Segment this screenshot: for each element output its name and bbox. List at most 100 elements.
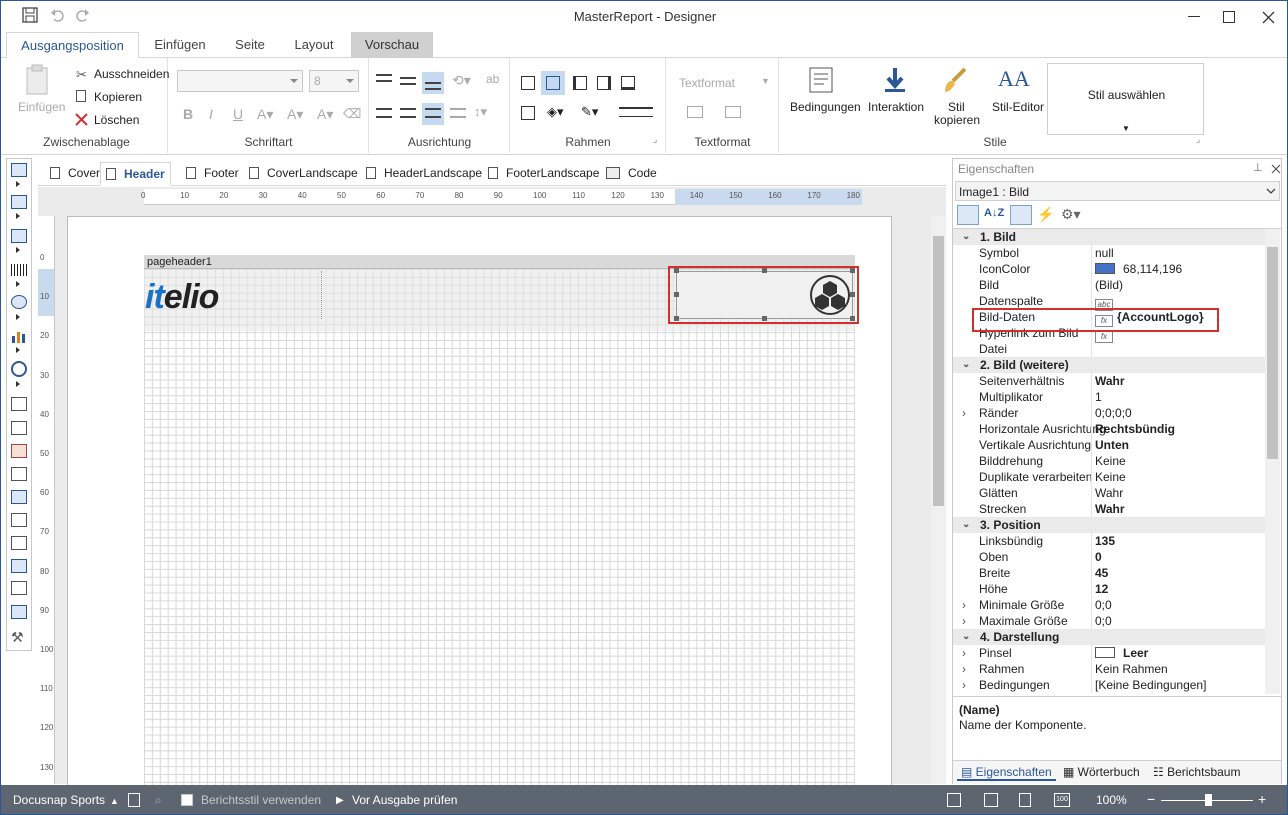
border-bottom-icon[interactable] <box>621 76 635 90</box>
zipcode-icon[interactable] <box>11 581 27 595</box>
textformat-combo[interactable]: Textformat <box>679 76 735 90</box>
scrollbar-thumb[interactable] <box>933 236 944 506</box>
property-value[interactable]: [Keine Bedingungen] <box>1095 677 1206 693</box>
border-color-icon[interactable]: ✎▾ <box>581 104 598 120</box>
property-value[interactable]: 45 <box>1095 565 1108 581</box>
zoom-slider-thumb[interactable] <box>1205 794 1212 806</box>
panel-icon[interactable] <box>11 467 27 481</box>
logo-text-component[interactable]: itelio <box>144 271 322 319</box>
property-row[interactable]: Strecken Wahr <box>953 501 1265 517</box>
align-left-icon[interactable] <box>376 108 392 118</box>
properties-view-button[interactable] <box>1010 205 1032 225</box>
border-all-icon[interactable] <box>521 76 535 90</box>
property-row[interactable]: Duplikate verarbeiten Keine <box>953 469 1265 485</box>
table-icon[interactable] <box>11 513 27 527</box>
doc-tab-coverlandscape[interactable]: CoverLandscape <box>245 162 362 186</box>
image-icon[interactable] <box>11 444 27 458</box>
band-icon[interactable] <box>11 163 27 177</box>
eraser-icon[interactable]: ⌫ <box>343 106 361 122</box>
collapse-icon[interactable]: ⌄ <box>962 517 970 533</box>
property-row[interactable]: Vertikale Ausrichtung Unten <box>953 437 1265 453</box>
style-editor-button[interactable]: Stil-Editor <box>992 100 1044 114</box>
property-value[interactable]: 1 <box>1095 389 1102 405</box>
align-top-icon[interactable] <box>376 74 392 82</box>
zoom-in-button[interactable]: + <box>1258 791 1266 807</box>
styles-expand-icon[interactable]: ⌟ <box>1196 134 1200 145</box>
property-row[interactable]: Breite 45 <box>953 565 1265 581</box>
tab-layout[interactable]: Layout <box>281 32 347 58</box>
property-row[interactable]: Oben 0 <box>953 549 1265 565</box>
paste-button[interactable]: Einfügen <box>18 100 65 114</box>
delete-button[interactable]: Löschen <box>94 113 139 127</box>
property-row[interactable]: Datenspalte abc <box>953 293 1265 311</box>
tab-eigenschaften[interactable]: ▤ Eigenschaften <box>957 765 1056 781</box>
report-check-icon[interactable] <box>128 793 140 807</box>
property-value[interactable]: Leer <box>1095 645 1148 661</box>
chart-icon[interactable] <box>11 329 27 343</box>
sort-alpha-icon[interactable]: A↓Z <box>984 207 1004 219</box>
doc-tab-footerlandscape[interactable]: FooterLandscape <box>484 162 603 186</box>
shape-expand-icon[interactable] <box>16 314 20 320</box>
textformat-dropdown-icon[interactable]: ▼ <box>761 76 770 86</box>
format-2-icon[interactable] <box>725 106 741 118</box>
checkbox-icon[interactable] <box>11 559 27 573</box>
font-color-button[interactable]: A▾ <box>257 106 273 123</box>
events-icon[interactable]: ⚡ <box>1037 206 1054 223</box>
doc-tab-headerlandscape[interactable]: HeaderLandscape <box>362 162 486 186</box>
fit-width-icon[interactable] <box>947 793 961 807</box>
tab-seite[interactable]: Seite <box>221 32 279 58</box>
property-value[interactable]: Wahr <box>1095 501 1125 517</box>
property-row[interactable]: Bilddrehung Keine <box>953 453 1265 469</box>
play-icon[interactable]: ▶ <box>336 795 344 806</box>
property-row[interactable]: Seitenverhältnis Wahr <box>953 373 1265 389</box>
object-selector[interactable]: Image1 : Bild <box>955 181 1280 201</box>
line-spacing-icon[interactable]: ↕▾ <box>474 104 487 120</box>
expand-icon[interactable]: › <box>962 677 966 693</box>
report-name[interactable]: Docusnap Sports <box>13 793 105 807</box>
scrollbar-thumb[interactable] <box>1267 247 1278 459</box>
highlight-button[interactable]: A▾ <box>287 106 303 123</box>
barcode-icon[interactable] <box>11 264 27 276</box>
property-row[interactable]: › Pinsel Leer <box>953 645 1265 661</box>
style-gallery-dropdown-icon[interactable]: ▼ <box>1122 124 1130 133</box>
align-middle-icon[interactable] <box>400 77 416 85</box>
tab-woerterbuch[interactable]: ▦ Wörterbuch <box>1063 765 1140 779</box>
expand-icon[interactable]: › <box>962 661 966 677</box>
border-outline-button[interactable] <box>541 71 565 95</box>
property-value[interactable]: 0;0 <box>1095 597 1112 613</box>
property-value[interactable]: 0;0;0;0 <box>1095 405 1132 421</box>
shape-icon[interactable] <box>11 295 27 309</box>
doc-tab-cover[interactable]: Cover <box>46 162 104 186</box>
property-value[interactable]: Rechtsbündig <box>1095 421 1175 437</box>
property-row[interactable]: › Rahmen Kein Rahmen <box>953 661 1265 677</box>
interaction-button[interactable]: Interaktion <box>868 100 924 114</box>
tab-berichtsbaum[interactable]: ☷ Berichtsbaum <box>1153 765 1240 779</box>
expand-icon[interactable]: › <box>962 597 966 613</box>
crossband-icon[interactable] <box>11 229 27 243</box>
property-row[interactable]: › Ränder 0;0;0;0 <box>953 405 1265 421</box>
property-value[interactable]: 0 <box>1095 549 1102 565</box>
close-button[interactable] <box>1262 11 1275 24</box>
align-bottom-button[interactable] <box>422 72 444 94</box>
copy-button[interactable]: Kopieren <box>94 90 142 104</box>
property-value[interactable]: Keine <box>1095 453 1126 469</box>
picture-icon[interactable] <box>11 605 27 619</box>
property-row[interactable]: Bild (Bild) <box>953 277 1265 293</box>
rotate-icon[interactable]: ⟲▾ <box>452 72 471 89</box>
property-row[interactable]: Glätten Wahr <box>953 485 1265 501</box>
property-row[interactable]: Linksbündig 135 <box>953 533 1265 549</box>
chart-expand-icon[interactable] <box>16 347 20 353</box>
fit-height-icon[interactable] <box>984 793 998 807</box>
property-row[interactable]: › Minimale Größe 0;0 <box>953 597 1265 613</box>
style-gallery[interactable]: Stil auswählen ▼ <box>1047 63 1204 135</box>
canvas-vertical-scrollbar[interactable] <box>931 216 946 784</box>
report-style-checkbox[interactable] <box>181 794 193 806</box>
fill-color-icon[interactable]: ◈▾ <box>547 104 564 120</box>
expand-icon[interactable]: › <box>962 645 966 661</box>
property-grid-scrollbar[interactable] <box>1265 229 1280 694</box>
gear-icon[interactable]: ⚙▾ <box>1061 206 1081 223</box>
italic-button[interactable]: I <box>209 106 213 122</box>
justify-icon[interactable] <box>450 108 466 118</box>
font-larger-button[interactable]: A▾ <box>317 106 333 123</box>
barcode-expand-icon[interactable] <box>16 281 20 287</box>
